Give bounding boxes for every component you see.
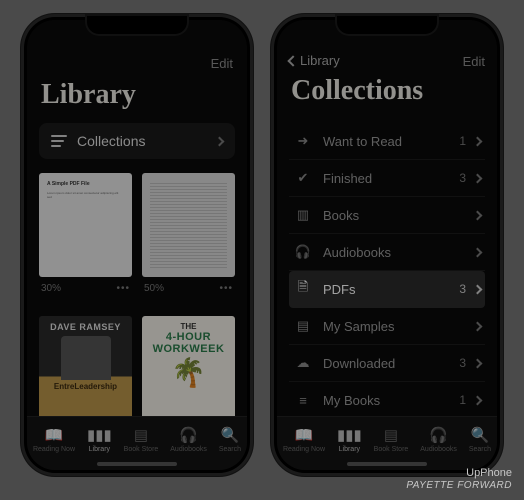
chevron-left-icon: [287, 55, 298, 66]
edit-button[interactable]: Edit: [211, 54, 233, 71]
chevron-right-icon: [473, 395, 483, 405]
chevron-right-icon: [473, 358, 483, 368]
collection-row-my-samples[interactable]: ▤ My Samples: [289, 308, 485, 345]
more-icon[interactable]: •••: [116, 283, 130, 294]
notch: [335, 14, 439, 36]
chevron-right-icon: [473, 210, 483, 220]
notch: [85, 14, 189, 36]
tab-book-store[interactable]: ▤Book Store: [374, 428, 409, 453]
watermark: UpPhone PAYETTE FORWARD: [406, 467, 512, 492]
collection-row-want-to-read[interactable]: ➜ Want to Read 1: [289, 123, 485, 160]
tab-search[interactable]: 🔍Search: [219, 428, 241, 453]
chevron-right-icon: [473, 173, 483, 183]
more-icon[interactable]: •••: [219, 283, 233, 294]
tab-reading-now[interactable]: 📖Reading Now: [33, 428, 75, 453]
page-title: Library: [41, 79, 233, 111]
progress-label: 30%: [41, 283, 61, 294]
collection-row-downloaded[interactable]: ☁ Downloaded 3: [289, 345, 485, 382]
page-title: Collections: [291, 75, 483, 107]
books-icon: ▥: [293, 207, 313, 223]
book-cover[interactable]: THE 4-HOUR WORKWEEK 🌴: [142, 316, 235, 416]
tab-audiobooks[interactable]: 🎧Audiobooks: [420, 428, 457, 453]
collection-row-books[interactable]: ▥ Books: [289, 197, 485, 234]
phone-library: Edit Library Collections A Simple PDF Fi…: [21, 14, 253, 476]
home-indicator[interactable]: [97, 462, 177, 466]
edit-button[interactable]: Edit: [463, 52, 485, 69]
list-icon: [51, 135, 67, 147]
book-cover[interactable]: DAVE RAMSEY EntreLeadership: [39, 316, 132, 416]
tab-reading-now[interactable]: 📖Reading Now: [283, 428, 325, 453]
pdf-icon: 🗎: [293, 281, 313, 297]
collection-row-pdfs[interactable]: 🗎 PDFs 3: [289, 271, 485, 308]
phone-collections: Library Edit Collections ➜ Want to Read …: [271, 14, 503, 476]
tab-library[interactable]: ▮▮▮Library: [87, 428, 112, 453]
pdf-thumbnail: A Simple PDF File Lorem ipsum dolor sit …: [39, 173, 132, 277]
back-button[interactable]: Library: [289, 53, 340, 68]
tab-library[interactable]: ▮▮▮Library: [337, 428, 362, 453]
tab-book-store[interactable]: ▤Book Store: [124, 428, 159, 453]
chevron-right-icon: [473, 247, 483, 257]
want-icon: ➜: [293, 133, 313, 149]
collections-row[interactable]: Collections: [39, 123, 235, 159]
pdf-thumbnail: [142, 173, 235, 277]
chevron-right-icon: [473, 321, 483, 331]
home-indicator[interactable]: [347, 462, 427, 466]
tab-search[interactable]: 🔍Search: [469, 428, 491, 453]
audio-icon: 🎧: [293, 244, 313, 260]
chevron-right-icon: [473, 284, 483, 294]
chevron-right-icon: [215, 136, 225, 146]
book-item[interactable]: 50% •••: [142, 173, 235, 294]
progress-label: 50%: [144, 283, 164, 294]
collection-row-my-books[interactable]: ≡ My Books 1: [289, 382, 485, 416]
book-item[interactable]: A Simple PDF File Lorem ipsum dolor sit …: [39, 173, 132, 294]
chevron-right-icon: [473, 136, 483, 146]
collection-row-audiobooks[interactable]: 🎧 Audiobooks: [289, 234, 485, 271]
download-icon: ☁: [293, 355, 313, 371]
collections-label: Collections: [77, 133, 145, 149]
finished-icon: ✔: [293, 170, 313, 186]
tab-audiobooks[interactable]: 🎧Audiobooks: [170, 428, 207, 453]
samples-icon: ▤: [293, 318, 313, 334]
collection-row-finished[interactable]: ✔ Finished 3: [289, 160, 485, 197]
mybooks-icon: ≡: [293, 392, 313, 408]
